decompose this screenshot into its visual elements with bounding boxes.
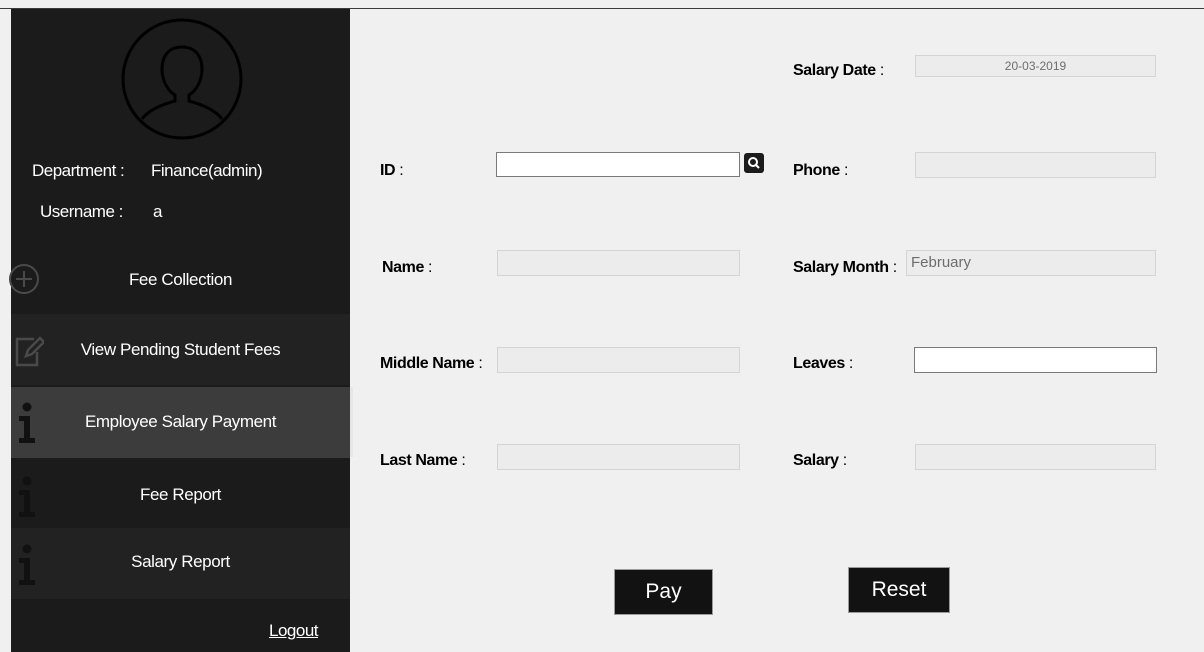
username-label: Username : bbox=[40, 202, 123, 221]
user-avatar-icon bbox=[121, 18, 243, 140]
nav-item-salary-report[interactable]: Salary Report bbox=[11, 528, 350, 599]
salary-month-label: Salary Month : bbox=[793, 259, 897, 276]
department-label: Department : bbox=[32, 161, 125, 180]
logout-link[interactable]: Logout bbox=[269, 621, 319, 641]
nav-item-label: Salary Report bbox=[131, 552, 230, 571]
nav-item-fee-collection[interactable]: Fee Collection bbox=[9, 243, 350, 314]
nav-item-label: Fee Collection bbox=[128, 270, 233, 289]
last-name-label: Last Name : bbox=[380, 452, 466, 469]
username-value: a bbox=[153, 202, 162, 221]
phone-label: Phone : bbox=[793, 162, 848, 179]
nav-item-label: Employee Salary Payment bbox=[84, 412, 277, 431]
nav-item-view-pending-fees[interactable]: View Pending Student Fees bbox=[11, 314, 350, 385]
sidebar-scroll-indicator bbox=[350, 387, 353, 457]
nav-item-label: Fee Report bbox=[139, 485, 222, 504]
search-icon bbox=[748, 157, 760, 169]
pay-button[interactable]: Pay bbox=[615, 570, 712, 614]
last-name-field bbox=[497, 444, 740, 470]
nav-item-employee-salary-payment[interactable]: Employee Salary Payment bbox=[11, 387, 350, 458]
salary-date-field: 20-03-2019 bbox=[915, 55, 1156, 77]
name-label: Name : bbox=[382, 259, 433, 276]
leaves-input[interactable] bbox=[914, 347, 1157, 373]
leaves-label: Leaves : bbox=[793, 355, 853, 372]
salary-month-field: February bbox=[906, 250, 1156, 276]
window-left-edge bbox=[0, 9, 11, 652]
id-label: ID : bbox=[380, 162, 404, 179]
department-value: Finance(admin) bbox=[151, 161, 263, 180]
id-input[interactable] bbox=[496, 152, 740, 177]
salary-date-label: Salary Date : bbox=[793, 62, 884, 79]
nav-item-fee-report[interactable]: Fee Report bbox=[11, 458, 350, 529]
phone-field bbox=[915, 152, 1156, 178]
name-field bbox=[497, 250, 740, 276]
reset-button[interactable]: Reset bbox=[849, 568, 949, 612]
search-button[interactable] bbox=[744, 153, 764, 173]
sidebar: Department : Finance(admin) Username : a… bbox=[9, 9, 350, 652]
salary-label: Salary : bbox=[793, 452, 847, 469]
salary-field bbox=[915, 444, 1156, 470]
nav-item-label: View Pending Student Fees bbox=[80, 340, 281, 359]
middle-name-field bbox=[497, 347, 740, 373]
middle-name-label: Middle Name : bbox=[380, 355, 483, 372]
